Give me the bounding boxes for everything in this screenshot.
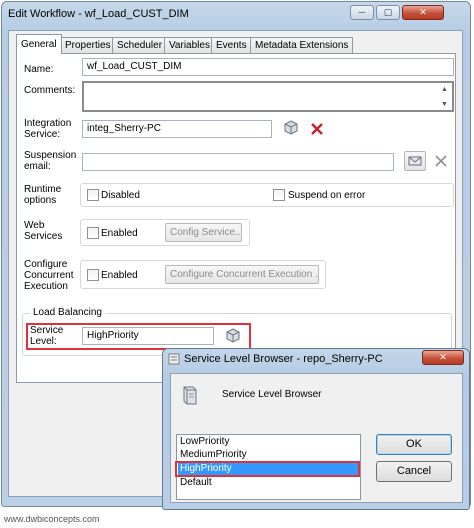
dialog-title: Service Level Browser - repo_Sherry-PC (184, 353, 383, 365)
web-services-label-2: Services (24, 231, 63, 242)
web-services-label-1: Web (24, 220, 45, 231)
tab-events[interactable]: Events (211, 37, 252, 53)
clear-email-icon[interactable] (433, 153, 449, 169)
suspend-on-error-label: Suspend on error (288, 190, 366, 201)
config-service-button[interactable]: Config Service... (165, 223, 242, 242)
scroll-up-icon[interactable]: ▲ (441, 84, 448, 95)
web-services-enabled-label: Enabled (101, 228, 138, 239)
configure-concurrent-label-2: Concurrent (24, 270, 74, 281)
integration-service-input[interactable]: integ_Sherry-PC (82, 120, 272, 138)
runtime-options-label-2: options (24, 195, 57, 206)
tab-scheduler[interactable]: Scheduler (112, 37, 168, 53)
configure-concurrent-execution-button[interactable]: Configure Concurrent Execution ... (165, 265, 319, 284)
configure-concurrent-label-3: Execution (24, 281, 68, 292)
web-services-enabled-checkbox[interactable] (87, 227, 99, 239)
highpriority-highlight (175, 461, 360, 477)
minimize-button[interactable]: ─ (350, 5, 374, 20)
email-icon (408, 156, 422, 166)
configure-concurrent-label-1: Configure (24, 259, 68, 270)
suspension-email-label-1: Suspension (24, 150, 77, 161)
disabled-checkbox[interactable] (87, 189, 99, 201)
service-level-highlight (26, 323, 251, 350)
disabled-label: Disabled (101, 190, 140, 201)
server-icon (183, 386, 197, 405)
suspension-email-input[interactable] (82, 153, 394, 171)
window-title: Edit Workflow - wf_Load_CUST_DIM (8, 8, 189, 20)
suspend-on-error-checkbox[interactable] (273, 189, 285, 201)
maximize-button[interactable]: ▢ (376, 5, 400, 20)
email-button[interactable] (404, 151, 426, 171)
integration-service-label-2: Service: (24, 129, 61, 140)
watermark-text: www.dwbiconcepts.com (4, 514, 100, 524)
tab-metadata-extensions[interactable]: Metadata Extensions (250, 37, 354, 53)
dialog-app-icon (168, 353, 180, 365)
cancel-button[interactable]: Cancel (376, 461, 452, 482)
red-x-icon[interactable] (309, 121, 325, 137)
tab-general[interactable]: General (16, 34, 62, 54)
load-balancing-label: Load Balancing (30, 307, 105, 318)
comments-textarea[interactable] (82, 81, 454, 112)
list-item-lowpriority[interactable]: LowPriority (178, 436, 359, 448)
list-item-mediumpriority[interactable]: MediumPriority (178, 449, 359, 461)
concurrent-enabled-checkbox[interactable] (87, 269, 99, 281)
name-input[interactable]: wf_Load_CUST_DIM (82, 58, 454, 76)
dialog-heading: Service Level Browser (222, 389, 322, 400)
server-cube-icon[interactable] (282, 119, 300, 137)
name-label: Name: (24, 64, 54, 75)
concurrent-enabled-label: Enabled (101, 270, 138, 281)
dialog-close-button[interactable]: ✕ (422, 350, 464, 365)
scroll-down-icon[interactable]: ▼ (441, 99, 448, 110)
comments-label: Comments: (24, 85, 76, 96)
ok-button[interactable]: OK (376, 434, 452, 455)
tab-variables[interactable]: Variables (164, 37, 215, 53)
suspension-email-label-2: email: (24, 161, 51, 172)
integration-service-label-1: Integration (24, 118, 72, 129)
close-button[interactable]: ✕ (402, 5, 444, 20)
runtime-options-label-1: Runtime (24, 184, 62, 195)
tab-properties[interactable]: Properties (60, 37, 116, 53)
list-item-default[interactable]: Default (178, 477, 359, 489)
